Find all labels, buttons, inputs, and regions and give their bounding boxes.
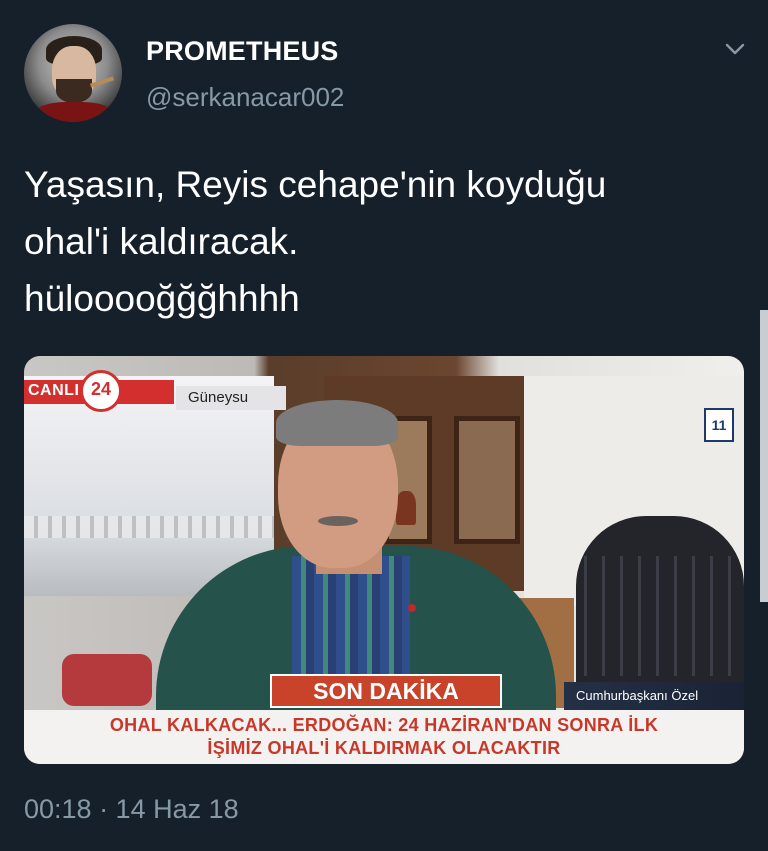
chevron-down-icon[interactable] [724, 38, 746, 60]
breaking-news-label: SON DAKİKA [270, 674, 502, 708]
lower-third-caption: Cumhurbaşkanı Özel [564, 682, 744, 710]
flag-pin [408, 604, 416, 612]
tweet-timestamp[interactable]: 00:18 · 14 Haz 18 [24, 794, 239, 825]
calendar-badge-number: 11 [711, 417, 727, 433]
calendar-badge: 11 [704, 408, 734, 442]
scene-frame [454, 416, 520, 544]
headline-line: OHAL KALKACAK... ERDOĞAN: 24 HAZİRAN'DAN… [109, 715, 659, 735]
avatar-shirt [34, 102, 114, 122]
person-hair [276, 400, 398, 446]
scene-chair [62, 654, 152, 706]
channel-number: 24 [90, 379, 112, 399]
user-handle[interactable]: @serkanacar002 [146, 82, 344, 113]
display-name[interactable]: PROMETHEUS [146, 36, 339, 67]
scene-gate-bars [584, 556, 736, 676]
location-tag: Güneysu [176, 386, 286, 410]
tweet-media-image[interactable]: CANLI 24 Güneysu 11 SON DAKİKA Cumhurbaş… [24, 356, 744, 764]
person-mustache [318, 516, 358, 526]
scene-lantern [396, 491, 416, 525]
scene-curtain-trim [24, 516, 274, 538]
user-avatar[interactable] [24, 24, 122, 122]
tweet-text: Yaşasın, Reyis cehape'nin koyduğu ohal'i… [24, 156, 744, 327]
tweet-text-line: ohal'i kaldıracak. [24, 221, 299, 262]
avatar-beard [56, 79, 92, 103]
tweet-text-line: hülooooğğğhhhh [24, 278, 300, 319]
headline-line: İŞİMİZ OHAL'İ KALDIRMAK OLACAKTIR [207, 738, 561, 758]
channel-live-label: CANLI [28, 382, 80, 399]
scrollbar[interactable] [760, 310, 768, 602]
tweet-text-line: Yaşasın, Reyis cehape'nin koyduğu [24, 164, 607, 205]
